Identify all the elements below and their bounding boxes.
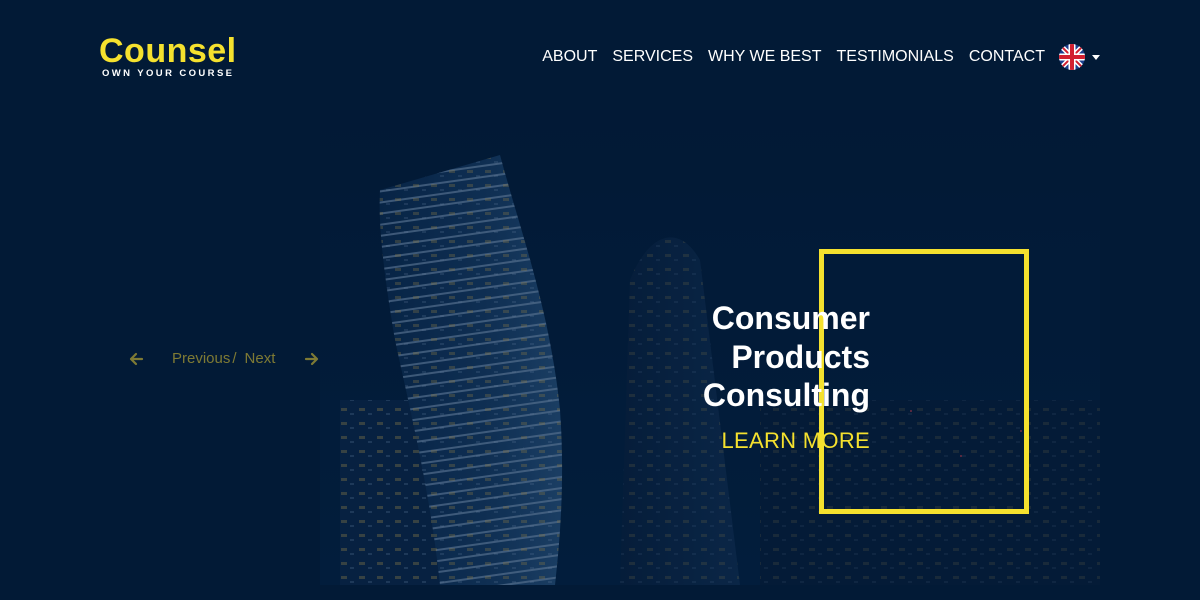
main-nav: ABOUT SERVICES WHY WE BEST TESTIMONIALS … xyxy=(542,44,1100,70)
hero-title-line-2: Products xyxy=(731,338,870,375)
slider-controls: Previous / Next xyxy=(128,350,320,367)
arrow-right-icon[interactable] xyxy=(304,351,320,367)
arrow-left-icon[interactable] xyxy=(128,351,144,367)
hero-content: Consumer Products Consulting LEARN MORE xyxy=(703,299,870,454)
uk-flag-icon xyxy=(1059,44,1085,70)
next-link[interactable]: Next xyxy=(245,350,276,367)
language-selector[interactable] xyxy=(1059,44,1100,70)
logo-tagline: OWN YOUR COURSE xyxy=(102,68,235,79)
nav-contact[interactable]: CONTACT xyxy=(969,46,1045,68)
logo[interactable]: Counsel OWN YOUR COURSE xyxy=(99,34,237,79)
previous-link[interactable]: Previous xyxy=(172,350,230,367)
logo-title: Counsel xyxy=(99,32,237,70)
learn-more-button[interactable]: LEARN MORE xyxy=(722,428,870,454)
slider-separator: / xyxy=(232,350,237,367)
nav-testimonials[interactable]: TESTIMONIALS xyxy=(837,46,954,68)
hero-title-line-3: Consulting xyxy=(702,377,870,413)
chevron-down-icon xyxy=(1092,54,1100,60)
hero-title-line-1: Consumer xyxy=(711,300,870,336)
site-header: Counsel OWN YOUR COURSE ABOUT SERVICES W… xyxy=(0,0,1200,110)
nav-services[interactable]: SERVICES xyxy=(612,46,693,68)
nav-about[interactable]: ABOUT xyxy=(542,46,597,68)
nav-why-we-best[interactable]: WHY WE BEST xyxy=(708,46,822,68)
